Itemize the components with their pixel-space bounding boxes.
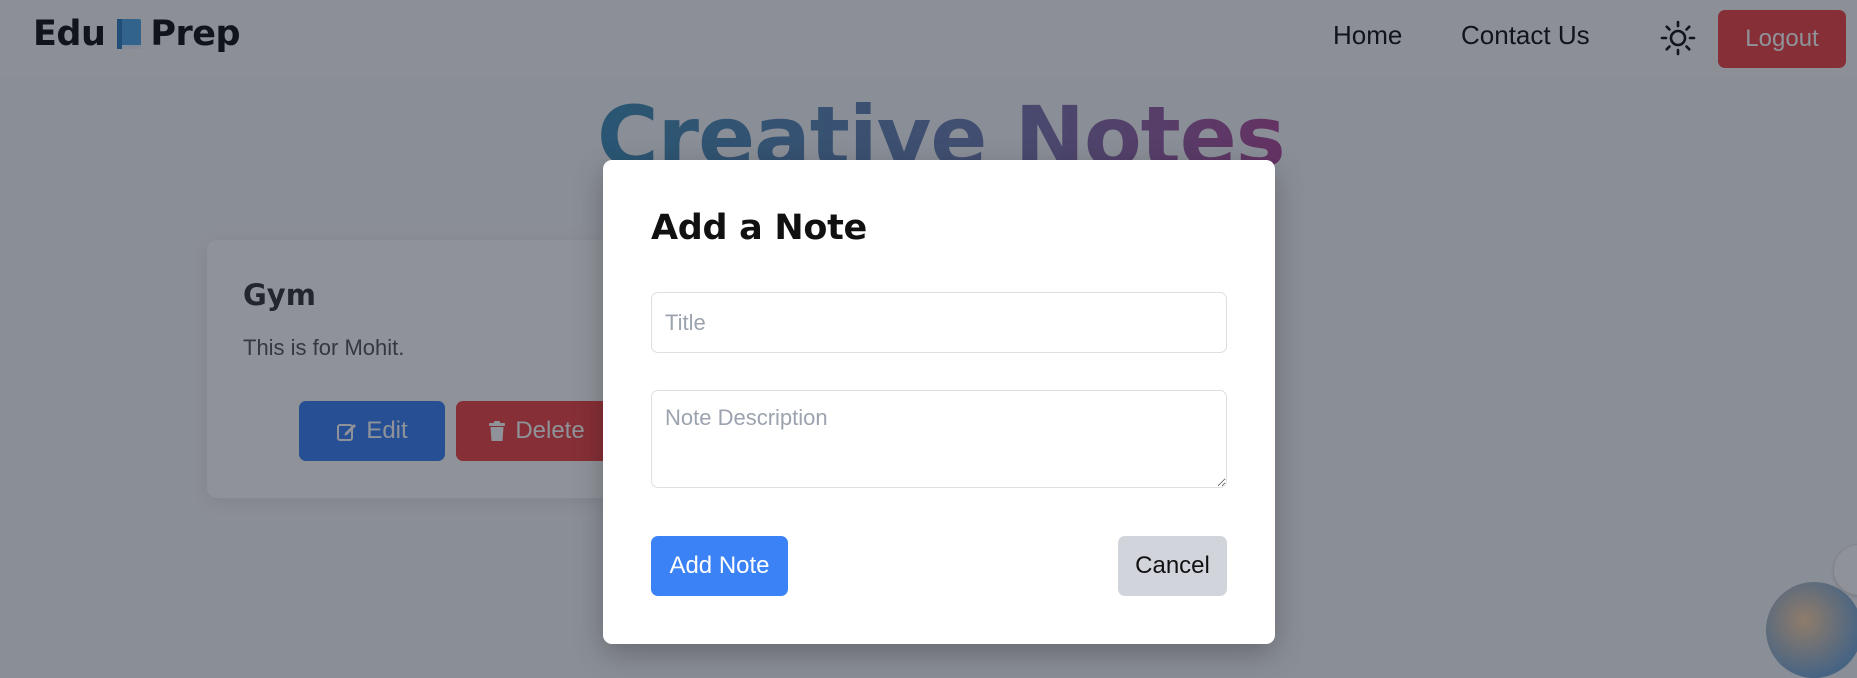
add-note-button[interactable]: Add Note bbox=[651, 536, 788, 596]
page: Edu Prep Home Contact Us Logout Creative… bbox=[0, 0, 1857, 678]
modal-title: Add a Note bbox=[651, 208, 867, 248]
cancel-button[interactable]: Cancel bbox=[1118, 536, 1227, 596]
add-note-modal: Add a Note Add Note Cancel bbox=[603, 160, 1275, 644]
note-title-input[interactable] bbox=[651, 292, 1227, 353]
note-description-textarea[interactable] bbox=[651, 390, 1227, 488]
